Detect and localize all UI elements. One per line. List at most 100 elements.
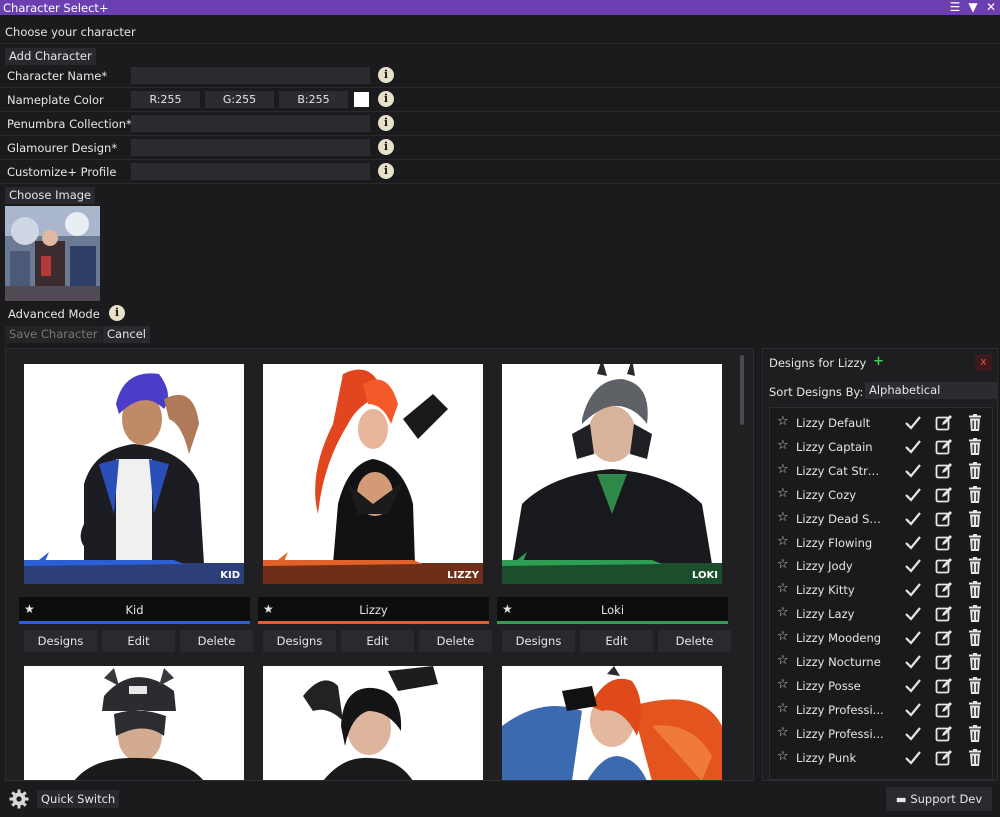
- design-name[interactable]: Lizzy Nocturne: [796, 655, 884, 669]
- design-name[interactable]: Lizzy Jody: [796, 559, 884, 573]
- edit-icon[interactable]: [934, 438, 954, 456]
- design-row[interactable]: ☆ Lizzy Captain: [770, 435, 992, 459]
- favorite-star-icon[interactable]: ☆: [777, 677, 789, 692]
- design-name[interactable]: Lizzy Professi...: [796, 703, 884, 717]
- trash-icon[interactable]: [965, 509, 985, 528]
- choose-image-button[interactable]: Choose Image: [5, 187, 96, 204]
- design-row[interactable]: ☆ Lizzy Moodeng: [770, 626, 992, 650]
- design-name[interactable]: Lizzy Professi...: [796, 727, 884, 741]
- design-row[interactable]: ☆ Lizzy Nocturne: [770, 650, 992, 674]
- edit-icon[interactable]: [934, 414, 954, 432]
- design-row[interactable]: ☆ Lizzy Kitty: [770, 578, 992, 602]
- favorite-star-icon[interactable]: ☆: [777, 438, 789, 453]
- blue-channel-input[interactable]: B:255: [279, 91, 348, 108]
- favorite-star-icon[interactable]: ☆: [777, 629, 789, 644]
- design-row[interactable]: ☆ Lizzy Dead So...: [770, 507, 992, 531]
- designs-button[interactable]: Designs: [502, 630, 575, 652]
- trash-icon[interactable]: [965, 676, 985, 695]
- delete-button[interactable]: Delete: [658, 630, 731, 652]
- penumbra-collection-input[interactable]: [131, 115, 370, 132]
- designs-button[interactable]: Designs: [24, 630, 97, 652]
- favorite-star-icon[interactable]: ☆: [777, 701, 789, 716]
- favorite-star-icon[interactable]: ☆: [777, 605, 789, 620]
- trash-icon[interactable]: [965, 700, 985, 719]
- trash-icon[interactable]: [965, 724, 985, 743]
- favorite-star-icon[interactable]: ☆: [777, 725, 789, 740]
- info-icon[interactable]: i: [109, 305, 125, 321]
- apply-check-icon[interactable]: [903, 534, 923, 552]
- apply-check-icon[interactable]: [903, 510, 923, 528]
- info-icon[interactable]: i: [378, 115, 394, 131]
- design-name[interactable]: Lizzy Captain: [796, 440, 884, 454]
- trash-icon[interactable]: [965, 748, 985, 767]
- edit-icon[interactable]: [934, 629, 954, 647]
- edit-icon[interactable]: [934, 605, 954, 623]
- trash-icon[interactable]: [965, 461, 985, 480]
- apply-check-icon[interactable]: [903, 414, 923, 432]
- favorite-star-icon[interactable]: ☆: [777, 534, 789, 549]
- design-row[interactable]: ☆ Lizzy Professi...: [770, 722, 992, 746]
- cancel-button[interactable]: Cancel: [103, 326, 150, 343]
- design-name[interactable]: Lizzy Lazy: [796, 607, 884, 621]
- apply-check-icon[interactable]: [903, 605, 923, 623]
- favorite-star-icon[interactable]: ☆: [777, 486, 789, 501]
- trash-icon[interactable]: [965, 605, 985, 623]
- design-name[interactable]: Lizzy Dead So...: [796, 512, 884, 526]
- design-name[interactable]: Lizzy Default: [796, 416, 884, 430]
- design-row[interactable]: ☆ Lizzy Jody: [770, 554, 992, 578]
- design-row[interactable]: ☆ Lizzy Flowing: [770, 531, 992, 555]
- favorite-star-icon[interactable]: ☆: [777, 510, 789, 525]
- apply-check-icon[interactable]: [903, 701, 923, 719]
- trash-icon[interactable]: [965, 629, 985, 647]
- close-designs-button[interactable]: x: [975, 354, 992, 371]
- edit-icon[interactable]: [934, 557, 954, 575]
- design-row[interactable]: ☆ Lizzy Punk: [770, 746, 992, 770]
- apply-check-icon[interactable]: [903, 749, 923, 767]
- info-icon[interactable]: i: [378, 163, 394, 179]
- edit-button[interactable]: Edit: [341, 630, 414, 652]
- delete-button[interactable]: Delete: [180, 630, 253, 652]
- design-row[interactable]: ☆ Lizzy Default: [770, 411, 992, 435]
- menu-icon[interactable]: ☰: [946, 0, 964, 15]
- quick-switch-button[interactable]: Quick Switch: [37, 790, 120, 808]
- collapse-icon[interactable]: ▼: [964, 0, 982, 15]
- edit-icon[interactable]: [934, 510, 954, 528]
- design-name[interactable]: Lizzy Kitty: [796, 583, 884, 597]
- edit-icon[interactable]: [934, 486, 954, 504]
- apply-check-icon[interactable]: [903, 462, 923, 480]
- design-row[interactable]: ☆ Lizzy Lazy: [770, 602, 992, 626]
- trash-icon[interactable]: [965, 485, 985, 504]
- design-row[interactable]: ☆ Lizzy Posse: [770, 674, 992, 698]
- design-row[interactable]: ☆ Lizzy Professi...: [770, 698, 992, 722]
- color-swatch[interactable]: [354, 92, 369, 107]
- gear-icon[interactable]: [9, 789, 29, 809]
- design-name[interactable]: Lizzy Cozy: [796, 488, 884, 502]
- sort-designs-select[interactable]: Alphabetical: [865, 382, 997, 399]
- design-name[interactable]: Lizzy Flowing: [796, 536, 884, 550]
- edit-icon[interactable]: [934, 462, 954, 480]
- edit-button[interactable]: Edit: [102, 630, 175, 652]
- apply-check-icon[interactable]: [903, 653, 923, 671]
- favorite-star-icon[interactable]: ☆: [777, 581, 789, 596]
- apply-check-icon[interactable]: [903, 486, 923, 504]
- edit-icon[interactable]: [934, 653, 954, 671]
- edit-icon[interactable]: [934, 581, 954, 599]
- trash-icon[interactable]: [965, 533, 985, 552]
- favorite-star-icon[interactable]: ☆: [777, 749, 789, 764]
- close-icon[interactable]: ✕: [982, 0, 1000, 15]
- character-name-input[interactable]: [131, 67, 370, 84]
- delete-button[interactable]: Delete: [419, 630, 492, 652]
- design-name[interactable]: Lizzy Posse: [796, 679, 884, 693]
- trash-icon[interactable]: [965, 414, 985, 432]
- design-row[interactable]: ☆ Lizzy Cozy: [770, 483, 992, 507]
- info-icon[interactable]: i: [378, 67, 394, 83]
- trash-icon[interactable]: [965, 581, 985, 599]
- favorite-star-icon[interactable]: ☆: [777, 462, 789, 477]
- favorite-star-icon[interactable]: ☆: [777, 414, 789, 429]
- design-name[interactable]: Lizzy Punk: [796, 751, 884, 765]
- edit-icon[interactable]: [934, 677, 954, 695]
- advanced-mode-label[interactable]: Advanced Mode: [8, 307, 100, 321]
- designs-button[interactable]: Designs: [263, 630, 336, 652]
- support-dev-button[interactable]: ▬ Support Dev: [886, 787, 992, 811]
- character-portrait[interactable]: KID: [24, 364, 244, 584]
